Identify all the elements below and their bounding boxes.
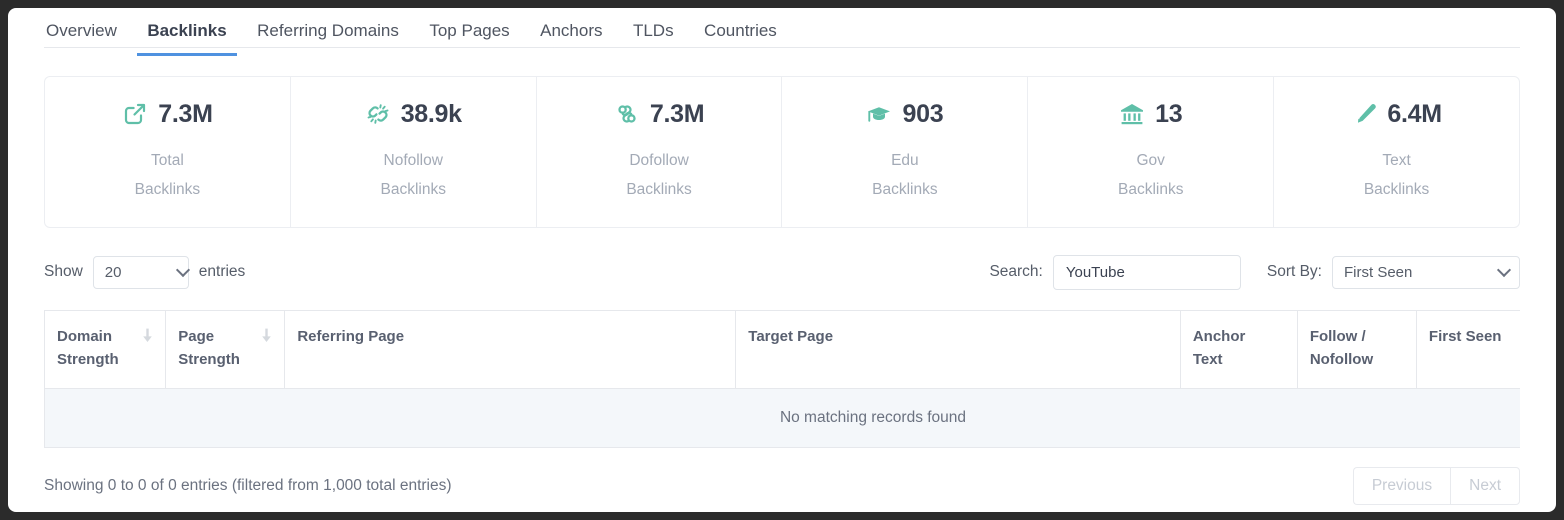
column-header-line2: Nofollow: [1310, 351, 1373, 368]
tab-top-pages[interactable]: Top Pages: [419, 19, 519, 56]
stat-nofollow-backlinks-label: Nofollow Backlinks: [381, 147, 446, 204]
stat-text-backlinks-value: 6.4M: [1387, 100, 1441, 129]
external-link-icon: [122, 101, 148, 127]
backlinks-table: Domain Strength: [44, 310, 1520, 448]
tab-tlds[interactable]: TLDs: [623, 19, 684, 56]
stat-nofollow-backlinks-top: 38.9k: [365, 100, 462, 129]
stat-label-line1: Nofollow: [384, 152, 443, 169]
stat-text-backlinks-label: Text Backlinks: [1364, 147, 1429, 204]
stat-label-line2: Backlinks: [135, 181, 200, 198]
chain-link-icon: [614, 101, 640, 127]
stat-total-backlinks-label: Total Backlinks: [135, 147, 200, 204]
table-footer: Showing 0 to 0 of 0 entries (filtered fr…: [44, 466, 1520, 506]
tab-anchors[interactable]: Anchors: [530, 19, 612, 56]
tab-countries[interactable]: Countries: [694, 19, 787, 56]
stat-label-line2: Backlinks: [1118, 181, 1183, 198]
column-header-line1: Domain: [57, 328, 112, 345]
stat-total-backlinks-value: 7.3M: [158, 100, 212, 129]
tab-backlinks[interactable]: Backlinks: [137, 19, 236, 56]
search-and-sort-controls: Search: Sort By: First Seen: [989, 250, 1520, 294]
show-entries-select-wrapper: 20: [83, 256, 199, 289]
table-body: No matching records found: [45, 388, 1521, 447]
stat-total-backlinks: 7.3M Total Backlinks: [45, 77, 291, 227]
stat-label-line1: Text: [1382, 152, 1410, 169]
stat-edu-backlinks-value: 903: [902, 100, 943, 129]
column-header-first-seen[interactable]: First Seen: [1416, 311, 1520, 389]
bank-icon: [1119, 101, 1145, 127]
pencil-icon: [1351, 101, 1377, 127]
table-info-text: Showing 0 to 0 of 0 entries (filtered fr…: [44, 477, 452, 495]
graduation-cap-icon: [866, 101, 892, 127]
stat-text-backlinks-top: 6.4M: [1351, 100, 1441, 129]
sort-descending-icon: [261, 327, 272, 350]
column-header-line2: Strength: [178, 351, 240, 368]
sort-by-select[interactable]: First Seen: [1332, 256, 1520, 289]
table-empty-row: No matching records found: [45, 388, 1521, 447]
stat-label-line2: Backlinks: [1364, 181, 1429, 198]
sort-descending-icon: [142, 327, 153, 350]
stat-label-line1: Dofollow: [629, 152, 688, 169]
column-header-domain-strength[interactable]: Domain Strength: [45, 311, 166, 389]
stat-dofollow-backlinks: 7.3M Dofollow Backlinks: [537, 77, 783, 227]
stat-edu-backlinks-label: Edu Backlinks: [872, 147, 937, 204]
screenshot-viewport: Overview Backlinks Referring Domains Top…: [0, 0, 1564, 520]
show-entries-suffix-label: entries: [199, 263, 246, 281]
column-header-line2: Strength: [57, 351, 119, 368]
stat-gov-backlinks-top: 13: [1119, 100, 1182, 129]
pagination: Previous Next: [1353, 467, 1520, 505]
column-header-line1: Page: [178, 328, 214, 345]
stat-text-backlinks: 6.4M Text Backlinks: [1274, 77, 1519, 227]
table-controls: Show 20 entries Search: Sort By: First S…: [44, 250, 1520, 294]
column-header-line1: Referring Page: [297, 325, 723, 348]
stat-label-line2: Backlinks: [872, 181, 937, 198]
sort-by-label: Sort By:: [1267, 263, 1322, 281]
column-header-line1: Target Page: [748, 325, 1168, 348]
column-header-follow-nofollow[interactable]: Follow / Nofollow: [1297, 311, 1416, 389]
stat-edu-backlinks-top: 903: [866, 100, 943, 129]
stat-dofollow-backlinks-top: 7.3M: [614, 100, 704, 129]
column-header-referring-page[interactable]: Referring Page: [285, 311, 736, 389]
stat-label-line2: Backlinks: [381, 181, 446, 198]
tab-overview[interactable]: Overview: [44, 19, 127, 56]
column-header-anchor-text[interactable]: Anchor Text: [1180, 311, 1297, 389]
table-head: Domain Strength: [45, 311, 1521, 389]
stat-dofollow-backlinks-label: Dofollow Backlinks: [626, 147, 691, 204]
app-page: Overview Backlinks Referring Domains Top…: [8, 8, 1556, 512]
stat-nofollow-backlinks-value: 38.9k: [401, 100, 462, 129]
tab-referring-domains[interactable]: Referring Domains: [247, 19, 409, 56]
stat-edu-backlinks: 903 Edu Backlinks: [782, 77, 1028, 227]
column-header-page-strength[interactable]: Page Strength: [166, 311, 285, 389]
search-input[interactable]: [1053, 255, 1241, 290]
backlinks-table-scroll-container[interactable]: Domain Strength: [44, 310, 1520, 448]
next-page-button[interactable]: Next: [1450, 467, 1520, 505]
previous-page-button[interactable]: Previous: [1353, 467, 1450, 505]
stat-dofollow-backlinks-value: 7.3M: [650, 100, 704, 129]
stats-summary-panel: 7.3M Total Backlinks: [44, 76, 1520, 228]
column-header-line1: Anchor: [1193, 328, 1246, 345]
table-header-row: Domain Strength: [45, 311, 1521, 389]
column-header-line1: First Seen: [1429, 325, 1519, 348]
search-label: Search:: [989, 263, 1042, 281]
tab-bar: Overview Backlinks Referring Domains Top…: [44, 8, 1520, 48]
stat-label-line1: Gov: [1137, 152, 1165, 169]
show-entries-prefix-label: Show: [44, 263, 83, 281]
stat-label-line1: Total: [151, 152, 184, 169]
stat-gov-backlinks-value: 13: [1155, 100, 1182, 129]
broken-link-icon: [365, 101, 391, 127]
stat-label-line2: Backlinks: [626, 181, 691, 198]
stat-total-backlinks-top: 7.3M: [122, 100, 212, 129]
page-inner: Overview Backlinks Referring Domains Top…: [8, 8, 1556, 512]
stat-label-line1: Edu: [891, 152, 919, 169]
sort-by-select-wrapper: First Seen: [1322, 256, 1520, 289]
show-entries-select[interactable]: 20: [93, 256, 189, 289]
stat-gov-backlinks: 13 Gov Backlinks: [1028, 77, 1274, 227]
stat-gov-backlinks-label: Gov Backlinks: [1118, 147, 1183, 204]
column-header-line1: Follow /: [1310, 328, 1366, 345]
column-header-line2: Text: [1193, 351, 1223, 368]
column-header-target-page[interactable]: Target Page: [736, 311, 1181, 389]
stat-nofollow-backlinks: 38.9k Nofollow Backlinks: [291, 77, 537, 227]
empty-state-message: No matching records found: [45, 388, 1521, 447]
